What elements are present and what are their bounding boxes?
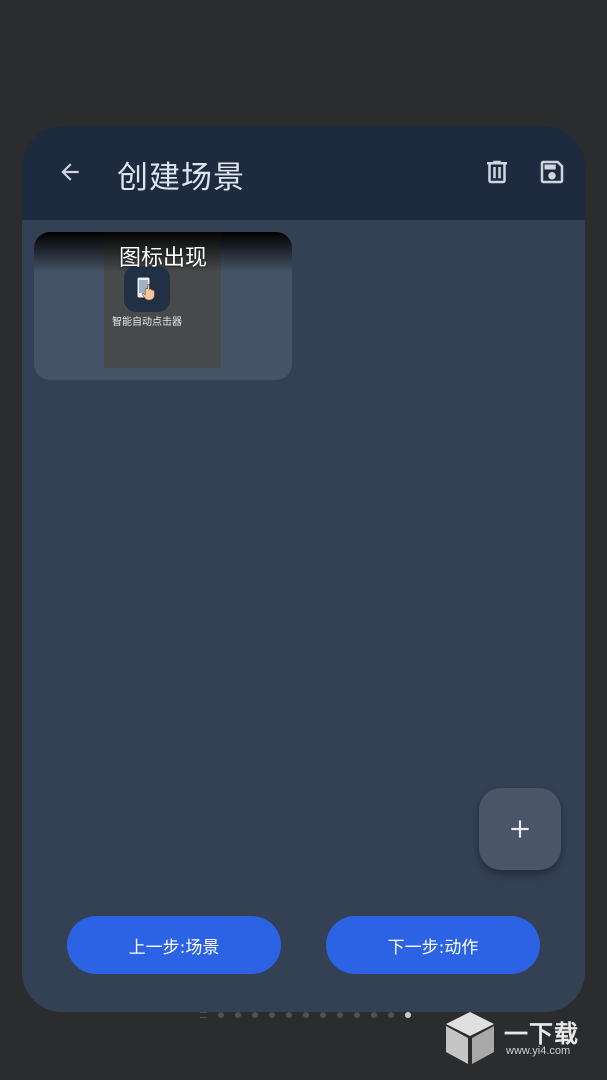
scene-title: 图标出现 [118,246,207,271]
arrow-left-icon [61,163,79,181]
page-dot [235,1012,241,1018]
page-dot [354,1012,360,1018]
next-step-button[interactable]: 下一步:动作 [326,916,540,974]
watermark-url: www.yi4.com [506,1045,571,1057]
toolbar: 创建场景 [22,126,585,220]
prev-step-button[interactable]: 上一步:场景 [67,916,281,974]
cube-logo-icon [446,1012,494,1064]
tap-hand-icon [136,276,155,301]
app-name-label: 智能自动点击器 [112,317,182,328]
page-dot [252,1012,258,1018]
menu-lines-icon [200,1012,207,1018]
page-dot [269,1012,275,1018]
app-icon [124,266,170,312]
page-dot [303,1012,309,1018]
page-indicator [200,1010,411,1020]
watermark-text: 一下载 [504,1020,579,1048]
page-dot-active [405,1012,411,1018]
page-dot [286,1012,292,1018]
page-dot [371,1012,377,1018]
plus-icon [511,820,529,838]
page-dot [337,1012,343,1018]
trash-icon [487,160,507,184]
back-button[interactable] [52,154,88,190]
save-button[interactable] [535,155,569,189]
watermark: 一下载 www.yi4.com [444,1010,594,1066]
add-button[interactable] [479,788,561,870]
page-dot [388,1012,394,1018]
page-title: 创建场景 [117,160,245,196]
delete-button[interactable] [480,155,514,189]
floppy-disk-icon [540,160,564,184]
scenario-editor-card: 创建场景 智能自动点击器 图标出现 上一步:场景 下一步:动作 [22,126,585,1012]
scene-item[interactable]: 智能自动点击器 图标出现 [34,232,292,380]
page-dot [320,1012,326,1018]
page-dot [218,1012,224,1018]
